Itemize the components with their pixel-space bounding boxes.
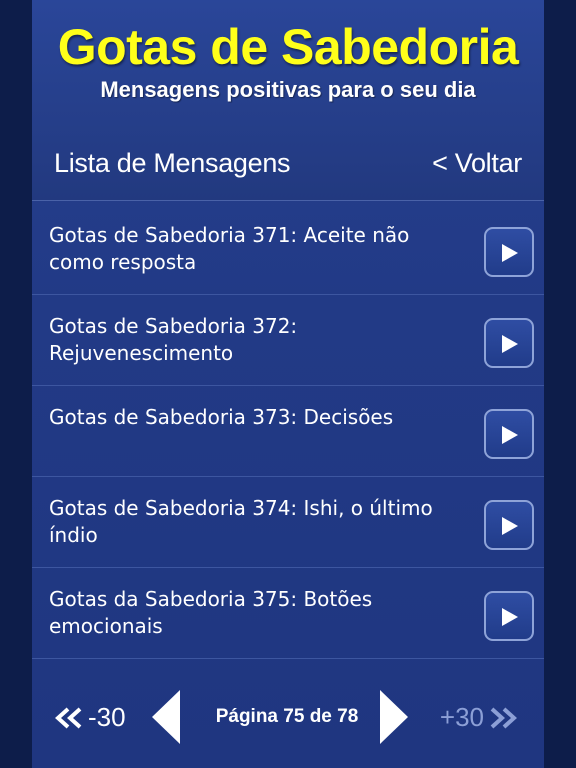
prev-30-label: -30 bbox=[88, 702, 126, 732]
list-item[interactable]: Gotas de Sabedoria 372: Rejuvenescimento bbox=[32, 295, 544, 386]
play-icon bbox=[502, 608, 518, 626]
play-button[interactable] bbox=[484, 227, 534, 277]
message-title: Gotas de Sabedoria 371: Aceite não como … bbox=[49, 223, 410, 274]
next-30-button[interactable]: +30 bbox=[440, 702, 518, 733]
list-item[interactable]: Gotas de Sabedoria 374: Ishi, o último í… bbox=[32, 477, 544, 568]
message-title: Gotas de Sabedoria 374: Ishi, o último í… bbox=[49, 496, 433, 547]
play-icon bbox=[502, 517, 518, 535]
app-title: Gotas de Sabedoria bbox=[57, 19, 519, 75]
play-button[interactable] bbox=[484, 591, 534, 641]
play-button[interactable] bbox=[484, 409, 534, 459]
next-page-button[interactable] bbox=[378, 688, 410, 746]
list-item[interactable]: Gotas de Sabedoria 371: Aceite não como … bbox=[32, 204, 544, 295]
double-chevron-right-icon bbox=[490, 707, 517, 728]
message-list: Gotas de Sabedoria 371: Aceite não como … bbox=[32, 204, 544, 659]
list-item[interactable]: Gotas de Sabedoria 373: Decisões bbox=[32, 386, 544, 477]
app-header: Gotas de Sabedoria Mensagens positivas p… bbox=[32, 0, 544, 201]
app-screen: Gotas de Sabedoria Mensagens positivas p… bbox=[32, 0, 544, 768]
prev-page-button[interactable] bbox=[150, 688, 182, 746]
play-icon bbox=[502, 244, 518, 262]
app-subtitle: Mensagens positivas para o seu dia bbox=[100, 77, 476, 102]
triangle-right-icon bbox=[380, 690, 408, 744]
message-title: Gotas de Sabedoria 373: Decisões bbox=[49, 405, 394, 429]
triangle-left-icon bbox=[152, 690, 180, 744]
list-item[interactable]: Gotas da Sabedoria 375: Botões emocionai… bbox=[32, 568, 544, 659]
message-title: Gotas de Sabedoria 372: Rejuvenescimento bbox=[49, 314, 298, 365]
play-button[interactable] bbox=[484, 500, 534, 550]
page-title: Lista de Mensagens bbox=[54, 148, 291, 178]
play-icon bbox=[502, 426, 518, 444]
next-30-label: +30 bbox=[439, 702, 484, 732]
page-indicator: Página 75 de 78 bbox=[215, 706, 359, 727]
prev-30-button[interactable]: -30 bbox=[54, 702, 126, 733]
back-button[interactable]: < Voltar bbox=[432, 148, 522, 179]
play-button[interactable] bbox=[484, 318, 534, 368]
play-icon bbox=[502, 335, 518, 353]
pagination-bar: -30 Página 75 de 78 +30 bbox=[32, 680, 544, 760]
double-chevron-left-icon bbox=[55, 707, 82, 728]
message-title: Gotas da Sabedoria 375: Botões emocionai… bbox=[49, 587, 373, 638]
